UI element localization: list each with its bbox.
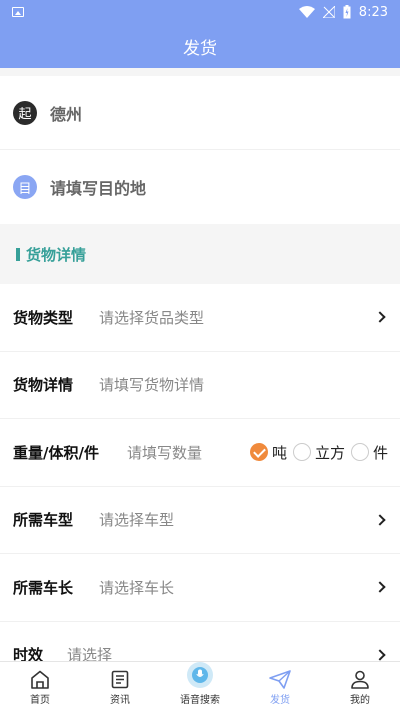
tab-home-label: 首页 — [30, 695, 50, 706]
paper-plane-icon — [269, 670, 291, 689]
microphone-icon — [192, 667, 208, 683]
cargo-detail-input[interactable]: 请填写货物详情 — [99, 374, 388, 395]
weight-row: 重量/体积/件 请填写数量 吨 立方 件 — [0, 419, 400, 487]
tab-voice-search[interactable]: 语音搜索 — [160, 662, 240, 711]
truck-type-select[interactable]: 请选择车型 — [99, 509, 376, 530]
timeliness-label: 时效 — [13, 646, 44, 661]
page-title: 发货 — [183, 38, 217, 59]
tab-news[interactable]: 资讯 — [80, 662, 160, 711]
status-bar: 8:23 — [0, 0, 400, 24]
cargo-type-select[interactable]: 请选择货品类型 — [99, 307, 376, 328]
tab-profile-label: 我的 — [350, 695, 370, 706]
truck-type-label: 所需车型 — [13, 511, 74, 530]
tab-home[interactable]: 首页 — [0, 662, 80, 711]
cargo-detail-label: 货物详情 — [13, 376, 74, 395]
truck-type-row[interactable]: 所需车型 请选择车型 — [0, 487, 400, 554]
image-icon — [12, 7, 24, 17]
radio-unchecked-icon[interactable] — [292, 443, 311, 462]
app-header: 发货 — [0, 24, 400, 68]
weight-label: 重量/体积/件 — [13, 443, 99, 462]
unit-cubic-label: 立方 — [314, 443, 345, 462]
unit-ton-label: 吨 — [271, 443, 287, 462]
truck-length-row[interactable]: 所需车长 请选择车长 — [0, 554, 400, 622]
chevron-right-icon — [374, 311, 386, 323]
tab-news-label: 资讯 — [110, 695, 130, 706]
cargo-type-label: 货物类型 — [13, 308, 74, 327]
unit-radio-group: 吨 立方 件 — [244, 442, 388, 463]
battery-icon — [343, 5, 351, 19]
radio-checked-icon[interactable] — [249, 443, 268, 462]
no-signal-icon — [322, 6, 335, 18]
truck-length-select[interactable]: 请选择车长 — [99, 577, 376, 598]
timeliness-row[interactable]: 时效 请选择 — [0, 622, 400, 661]
destination-badge: 目 — [13, 175, 37, 199]
unit-option-piece[interactable]: 件 — [350, 442, 388, 463]
user-icon — [351, 670, 369, 689]
tab-ship-label: 发货 — [270, 695, 290, 706]
chevron-right-icon — [374, 514, 386, 526]
address-block: 起 德州 目 请填写目的地 — [0, 76, 400, 224]
unit-option-cubic[interactable]: 立方 — [292, 442, 345, 463]
tab-voice-search-label: 语音搜索 — [180, 695, 220, 706]
cargo-detail-row[interactable]: 货物详情 请填写货物详情 — [0, 352, 400, 419]
chevron-right-icon — [374, 649, 386, 661]
start-address-row[interactable]: 起 德州 — [0, 76, 400, 150]
tab-ship[interactable]: 发货 — [240, 662, 320, 711]
news-icon — [111, 670, 129, 689]
section-title-text: 货物详情 — [26, 245, 87, 264]
voice-button[interactable] — [187, 662, 213, 688]
unit-piece-label: 件 — [372, 443, 388, 462]
wifi-icon — [298, 6, 315, 18]
timeliness-select[interactable]: 请选择 — [67, 644, 376, 661]
tab-profile[interactable]: 我的 — [320, 662, 400, 711]
truck-length-label: 所需车长 — [13, 578, 74, 597]
destination-address-row[interactable]: 目 请填写目的地 — [0, 150, 400, 224]
chevron-right-icon — [374, 581, 386, 593]
radio-unchecked-icon[interactable] — [350, 443, 369, 462]
start-address-value: 德州 — [50, 104, 83, 124]
weight-input[interactable]: 请填写数量 — [127, 442, 244, 463]
section-accent-bar — [16, 247, 20, 261]
main-content: 起 德州 目 请填写目的地 货物详情 货物类型 请选择货品类型 货物详情 请填写… — [0, 68, 400, 661]
cargo-form: 货物类型 请选择货品类型 货物详情 请填写货物详情 重量/体积/件 请填写数量 … — [0, 284, 400, 661]
destination-placeholder: 请填写目的地 — [50, 179, 147, 198]
home-icon — [31, 670, 49, 689]
cargo-type-row[interactable]: 货物类型 请选择货品类型 — [0, 284, 400, 352]
status-time: 8:23 — [358, 4, 388, 20]
unit-option-ton[interactable]: 吨 — [249, 442, 287, 463]
bottom-tab-bar: 首页 资讯 语音搜索 发货 我的 — [0, 661, 400, 711]
cargo-section-title: 货物详情 — [0, 224, 400, 284]
status-right: 8:23 — [298, 4, 388, 20]
start-badge: 起 — [13, 100, 37, 125]
